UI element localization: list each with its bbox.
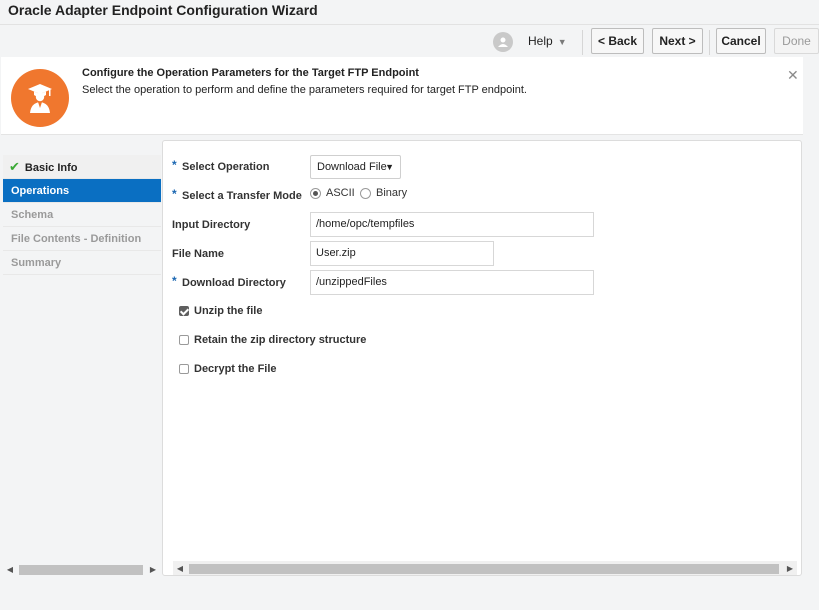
- nav-step-summary[interactable]: Summary: [3, 251, 161, 275]
- retain-zip-structure-checkbox[interactable]: [179, 335, 189, 345]
- form-horizontal-scrollbar[interactable]: ◀ ▶: [173, 561, 797, 575]
- toolbar-divider: [709, 30, 710, 55]
- next-button[interactable]: Next >: [652, 28, 703, 54]
- scroll-left-icon[interactable]: ◀: [173, 561, 187, 575]
- scroll-left-icon[interactable]: ◀: [3, 562, 17, 576]
- operation-select[interactable]: Download File ▼: [310, 155, 401, 179]
- nav-step-label: Summary: [11, 257, 62, 269]
- nav-step-operations[interactable]: Operations: [3, 179, 161, 203]
- toolbar: Help ▼ < Back Next > Cancel Done: [0, 25, 819, 58]
- download-directory-field[interactable]: /unzippedFiles: [310, 270, 594, 295]
- transfer-mode-binary[interactable]: Binary: [360, 187, 407, 199]
- ascii-radio-label: ASCII: [326, 187, 355, 199]
- retain-zip-structure-option[interactable]: Retain the zip directory structure: [179, 334, 366, 346]
- nav-step-label: Operations: [11, 185, 70, 197]
- dropdown-arrow-icon: ▼: [385, 162, 394, 172]
- nav-step-label: File Contents - Definition: [11, 233, 142, 245]
- binary-radio[interactable]: [360, 187, 371, 199]
- cancel-button[interactable]: Cancel: [716, 28, 766, 54]
- checkmark-icon: ✔: [9, 159, 20, 174]
- title-bar: Oracle Adapter Endpoint Configuration Wi…: [0, 0, 819, 25]
- operation-select-value: Download File: [317, 161, 387, 173]
- unzip-file-option[interactable]: Unzip the file: [179, 305, 262, 317]
- nav-step-label: Schema: [11, 209, 54, 221]
- wizard-steps-nav: ✔ Basic Info Operations Schema File Conte…: [3, 155, 161, 275]
- unzip-file-label: Unzip the file: [194, 305, 263, 317]
- banner-subtitle: Select the operation to perform and defi…: [82, 84, 527, 96]
- chevron-down-icon: ▼: [557, 37, 567, 47]
- decrypt-file-option[interactable]: Decrypt the File: [179, 363, 277, 375]
- binary-radio-label: Binary: [376, 187, 408, 199]
- help-label: Help: [528, 34, 553, 48]
- required-indicator: *: [172, 158, 177, 172]
- scrollbar-thumb[interactable]: [19, 565, 143, 575]
- operation-form-panel: * Select Operation Download File ▼ * Sel…: [162, 140, 802, 576]
- scroll-right-icon[interactable]: ▶: [146, 562, 160, 576]
- decrypt-file-label: Decrypt the File: [194, 363, 277, 375]
- download-directory-label: Download Directory: [182, 277, 286, 289]
- transfer-mode-ascii[interactable]: ASCII: [310, 187, 355, 199]
- back-button[interactable]: < Back: [591, 28, 644, 54]
- decrypt-file-checkbox[interactable]: [179, 364, 189, 374]
- unzip-file-checkbox[interactable]: [179, 306, 189, 316]
- scrollbar-thumb[interactable]: [189, 564, 779, 574]
- nav-step-file-contents-definition[interactable]: File Contents - Definition: [3, 227, 161, 251]
- ascii-radio[interactable]: [310, 187, 321, 199]
- input-directory-label: Input Directory: [172, 219, 251, 231]
- graduate-user-icon: [11, 69, 69, 127]
- toolbar-divider: [582, 30, 583, 55]
- done-button[interactable]: Done: [774, 28, 819, 54]
- nav-horizontal-scrollbar[interactable]: ◀ ▶: [3, 562, 160, 576]
- user-badge-icon[interactable]: [493, 32, 513, 52]
- input-directory-field[interactable]: /home/opc/tempfiles: [310, 212, 594, 237]
- nav-step-label: Basic Info: [24, 162, 78, 174]
- close-icon[interactable]: ✕: [787, 67, 799, 84]
- required-indicator: *: [172, 187, 177, 201]
- info-banner: Configure the Operation Parameters for t…: [1, 57, 803, 135]
- window-title: Oracle Adapter Endpoint Configuration Wi…: [8, 2, 318, 18]
- transfer-mode-label: Select a Transfer Mode: [182, 190, 302, 202]
- graduate-user-glyph: [28, 84, 52, 113]
- nav-step-basic-info[interactable]: ✔ Basic Info: [3, 155, 161, 179]
- nav-step-schema[interactable]: Schema: [3, 203, 161, 227]
- help-menu-button[interactable]: Help ▼: [528, 34, 567, 48]
- file-name-field[interactable]: User.zip: [310, 241, 494, 266]
- select-operation-label: Select Operation: [182, 161, 270, 173]
- banner-title: Configure the Operation Parameters for t…: [82, 67, 419, 79]
- file-name-label: File Name: [172, 248, 224, 260]
- scroll-right-icon[interactable]: ▶: [783, 561, 797, 575]
- required-indicator: *: [172, 274, 177, 288]
- user-badge-glyph: [498, 37, 508, 47]
- retain-zip-structure-label: Retain the zip directory structure: [194, 334, 367, 346]
